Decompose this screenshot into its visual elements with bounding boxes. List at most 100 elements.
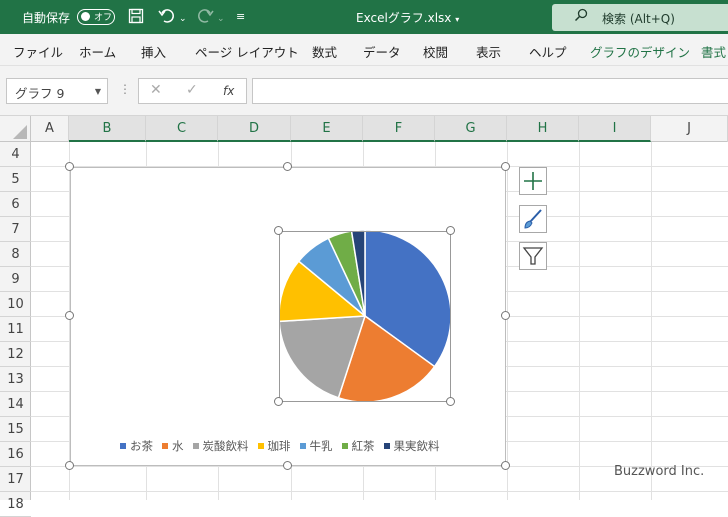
undo-icon[interactable] [158, 8, 176, 27]
toggle-knob [81, 12, 90, 21]
legend-item[interactable]: 珈琲 [257, 438, 291, 454]
chart-filters-button[interactable] [519, 242, 547, 270]
tab-home[interactable]: ホーム [79, 42, 116, 61]
undo-dropdown-icon[interactable]: ⌄ [179, 11, 187, 27]
check-icon[interactable]: ✓ [186, 82, 198, 98]
file-name-text: Excelグラフ.xlsx [356, 11, 452, 25]
legend-item[interactable]: 紅茶 [341, 438, 375, 454]
chart-resize-handle[interactable] [501, 162, 510, 171]
more-dots-icon[interactable]: ⋮ [119, 82, 131, 96]
legend-label: 紅茶 [351, 439, 375, 453]
row-header-17[interactable]: 17 [0, 467, 31, 492]
grid-line [31, 491, 728, 492]
autosave-toggle[interactable]: オフ [77, 9, 115, 25]
legend-swatch [383, 443, 390, 449]
search-box[interactable]: 検索 (Alt+Q) [552, 4, 728, 31]
cancel-icon[interactable]: ✕ [150, 82, 162, 98]
legend-swatch [120, 443, 126, 449]
row-header-15[interactable]: 15 [0, 417, 31, 442]
chart-resize-handle[interactable] [501, 461, 510, 470]
tab-page-layout[interactable]: ページ レイアウト [195, 42, 299, 61]
row-header-11[interactable]: 11 [0, 317, 31, 342]
tab-format[interactable]: 書式 [701, 42, 726, 61]
tab-chart-design[interactable]: グラフのデザイン [590, 42, 690, 61]
autosave-label: 自動保存 [22, 11, 71, 25]
chart-legend[interactable]: お茶 水 炭酸飲料 珈琲 牛乳 紅茶 果実飲料 [120, 438, 449, 454]
chart-resize-handle[interactable] [283, 461, 292, 470]
formula-buttons: ✕ ✓ fx [138, 78, 247, 104]
plot-area-frame[interactable] [279, 231, 451, 402]
plot-resize-handle[interactable] [274, 226, 283, 235]
legend-label: 牛乳 [309, 439, 333, 453]
chart-resize-handle[interactable] [501, 311, 510, 320]
chevron-down-icon[interactable]: ▼ [95, 87, 101, 96]
save-icon[interactable] [128, 8, 144, 27]
row-header-7[interactable]: 7 [0, 217, 31, 242]
tab-insert[interactable]: 挿入 [141, 42, 166, 61]
legend-swatch [257, 443, 264, 449]
row-header-14[interactable]: 14 [0, 392, 31, 417]
tab-formulas[interactable]: 数式 [312, 42, 337, 61]
row-header-13[interactable]: 13 [0, 367, 31, 392]
name-box-value: グラフ 9 [15, 86, 65, 101]
chart-elements-button[interactable] [519, 167, 547, 195]
formula-input[interactable] [252, 78, 728, 104]
legend-item[interactable]: 水 [162, 438, 184, 454]
legend-item[interactable]: 炭酸飲料 [192, 438, 249, 454]
chart-resize-handle[interactable] [65, 461, 74, 470]
column-header-i[interactable]: I [579, 116, 651, 142]
plot-resize-handle[interactable] [274, 397, 283, 406]
row-header-5[interactable]: 5 [0, 167, 31, 192]
column-header-c[interactable]: C [146, 116, 218, 142]
file-name[interactable]: Excelグラフ.xlsx ▾ [356, 9, 459, 26]
column-header-e[interactable]: E [291, 116, 363, 142]
tab-view[interactable]: 表示 [476, 42, 501, 61]
column-header-a[interactable]: A [31, 116, 69, 142]
row-header-16[interactable]: 16 [0, 442, 31, 467]
row-header-18[interactable]: 18 [0, 492, 31, 517]
row-header-9[interactable]: 9 [0, 267, 31, 292]
select-all-button[interactable] [0, 116, 31, 142]
row-header-4[interactable]: 4 [0, 142, 31, 167]
plot-resize-handle[interactable] [446, 397, 455, 406]
redo-icon[interactable] [196, 8, 214, 27]
search-placeholder: 検索 (Alt+Q) [602, 12, 675, 26]
column-header-h[interactable]: H [507, 116, 579, 142]
legend-item[interactable]: お茶 [120, 438, 153, 454]
title-bar: 自動保存 オフ ⌄ ⌄ ≡ Excelグラフ.xlsx ▾ 検索 (Alt+Q) [0, 0, 728, 34]
tab-data[interactable]: データ [363, 42, 401, 61]
row-header-12[interactable]: 12 [0, 342, 31, 367]
column-header-d[interactable]: D [218, 116, 291, 142]
redo-dropdown-icon[interactable]: ⌄ [217, 11, 225, 27]
formula-bar: グラフ 9 ▼ ⋮ ✕ ✓ fx [0, 66, 728, 116]
row-header-10[interactable]: 10 [0, 292, 31, 317]
name-box[interactable]: グラフ 9 ▼ [6, 78, 108, 104]
legend-swatch [162, 443, 168, 449]
legend-label: 果実飲料 [393, 439, 440, 453]
column-header-f[interactable]: F [363, 116, 435, 142]
tab-review[interactable]: 校閲 [423, 42, 448, 61]
plot-resize-handle[interactable] [446, 226, 455, 235]
tab-help[interactable]: ヘルプ [529, 42, 567, 61]
customize-toolbar-icon[interactable]: ≡ [236, 9, 245, 25]
row-headers: 4 5 6 7 8 9 10 11 12 13 14 15 16 17 18 [0, 142, 31, 517]
legend-item[interactable]: 牛乳 [299, 438, 333, 454]
chart-resize-handle[interactable] [65, 162, 74, 171]
legend-item[interactable]: 果実飲料 [383, 438, 440, 454]
search-icon [574, 8, 588, 26]
tab-file[interactable]: ファイル [13, 42, 63, 61]
chart-resize-handle[interactable] [65, 311, 74, 320]
insert-function-icon[interactable]: fx [223, 84, 234, 98]
column-header-j[interactable]: J [651, 116, 728, 142]
column-header-g[interactable]: G [435, 116, 507, 142]
legend-label: 珈琲 [267, 439, 291, 453]
chart-resize-handle[interactable] [283, 162, 292, 171]
row-header-6[interactable]: 6 [0, 192, 31, 217]
watermark: Buzzword Inc. [614, 464, 705, 479]
column-header-b[interactable]: B [69, 116, 146, 142]
grid-line [579, 142, 580, 500]
funnel-icon [522, 247, 544, 265]
legend-swatch [299, 443, 306, 449]
chart-styles-button[interactable] [519, 205, 547, 233]
row-header-8[interactable]: 8 [0, 242, 31, 267]
